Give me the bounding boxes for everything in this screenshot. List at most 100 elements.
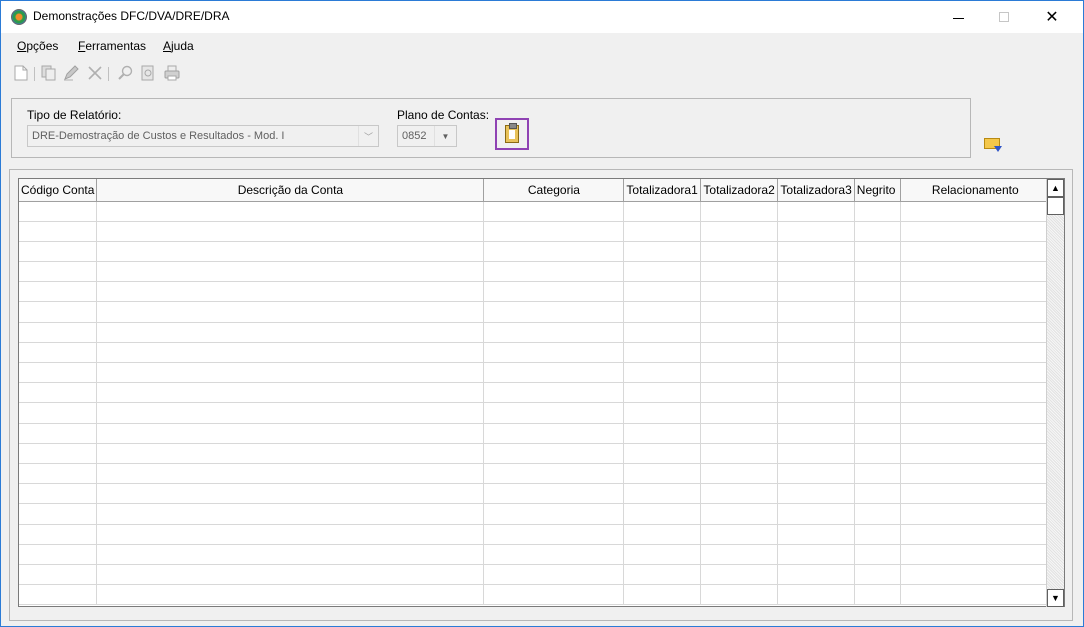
table-cell[interactable]	[19, 524, 98, 545]
table-cell[interactable]	[483, 483, 625, 505]
dropdown-arrow-icon[interactable]: ▼	[434, 126, 456, 146]
table-cell[interactable]	[96, 564, 485, 586]
table-cell[interactable]	[19, 503, 98, 525]
table-cell[interactable]	[19, 463, 98, 485]
table-cell[interactable]	[700, 584, 779, 606]
column-header[interactable]: Negrito	[854, 179, 901, 202]
table-cell[interactable]	[900, 261, 1051, 283]
column-header[interactable]: Totalizadora3	[777, 179, 855, 202]
table-cell[interactable]	[777, 281, 855, 303]
table-cell[interactable]	[854, 423, 901, 444]
table-row[interactable]	[19, 241, 1051, 263]
table-cell[interactable]	[96, 584, 485, 606]
table-cell[interactable]	[483, 201, 625, 222]
table-cell[interactable]	[623, 423, 702, 444]
table-cell[interactable]	[700, 443, 779, 464]
menu-ajuda[interactable]: Ajuda	[163, 39, 194, 53]
table-cell[interactable]	[900, 382, 1051, 404]
table-cell[interactable]	[19, 261, 98, 283]
search-icon[interactable]	[117, 65, 133, 81]
table-cell[interactable]	[19, 564, 98, 586]
table-cell[interactable]	[483, 241, 625, 263]
table-cell[interactable]	[623, 463, 702, 485]
table-cell[interactable]	[777, 544, 855, 565]
table-cell[interactable]	[854, 524, 901, 545]
scroll-down-icon[interactable]: ▼	[1047, 589, 1064, 607]
table-cell[interactable]	[900, 221, 1051, 242]
accounts-grid[interactable]: Código Conta Descrição da Conta Categoria T…	[18, 178, 1065, 607]
table-cell[interactable]	[900, 463, 1051, 485]
table-cell[interactable]	[96, 241, 485, 263]
table-cell[interactable]	[700, 402, 779, 424]
column-header[interactable]: Totalizadora2	[700, 179, 779, 202]
table-cell[interactable]	[700, 463, 779, 485]
table-cell[interactable]	[900, 443, 1051, 464]
table-cell[interactable]	[700, 503, 779, 525]
table-cell[interactable]	[854, 281, 901, 303]
table-cell[interactable]	[777, 362, 855, 384]
table-cell[interactable]	[700, 281, 779, 303]
table-row[interactable]	[19, 564, 1051, 586]
table-cell[interactable]	[854, 503, 901, 525]
table-row[interactable]	[19, 503, 1051, 525]
table-cell[interactable]	[854, 241, 901, 263]
table-cell[interactable]	[700, 362, 779, 384]
new-document-icon[interactable]	[13, 65, 29, 81]
table-cell[interactable]	[700, 261, 779, 283]
scroll-thumb[interactable]	[1047, 197, 1064, 215]
table-cell[interactable]	[700, 423, 779, 444]
table-row[interactable]	[19, 221, 1051, 242]
table-cell[interactable]	[96, 382, 485, 404]
copy-icon[interactable]	[41, 65, 57, 81]
table-cell[interactable]	[623, 201, 702, 222]
table-cell[interactable]	[900, 584, 1051, 606]
table-cell[interactable]	[623, 342, 702, 364]
table-row[interactable]	[19, 201, 1051, 222]
menu-opcoes[interactable]: Opções	[17, 39, 58, 53]
table-cell[interactable]	[900, 483, 1051, 505]
table-cell[interactable]	[483, 402, 625, 424]
table-cell[interactable]	[900, 524, 1051, 545]
table-cell[interactable]	[96, 261, 485, 283]
table-cell[interactable]	[777, 402, 855, 424]
table-cell[interactable]	[900, 301, 1051, 323]
table-cell[interactable]	[623, 261, 702, 283]
table-row[interactable]	[19, 443, 1051, 464]
table-row[interactable]	[19, 544, 1051, 565]
table-cell[interactable]	[483, 524, 625, 545]
table-cell[interactable]	[19, 201, 98, 222]
column-header[interactable]: Relacionamento	[900, 179, 1051, 202]
table-cell[interactable]	[777, 241, 855, 263]
table-row[interactable]	[19, 342, 1051, 364]
table-row[interactable]	[19, 483, 1051, 505]
column-header[interactable]: Descrição da Conta	[96, 179, 485, 202]
table-cell[interactable]	[19, 221, 98, 242]
table-cell[interactable]	[19, 483, 98, 505]
table-cell[interactable]	[19, 443, 98, 464]
maximize-button[interactable]	[981, 1, 1027, 33]
table-cell[interactable]	[623, 584, 702, 606]
table-cell[interactable]	[700, 564, 779, 586]
table-cell[interactable]	[19, 423, 98, 444]
table-cell[interactable]	[700, 201, 779, 222]
table-cell[interactable]	[483, 382, 625, 404]
table-cell[interactable]	[623, 362, 702, 384]
table-row[interactable]	[19, 463, 1051, 485]
table-cell[interactable]	[19, 322, 98, 343]
table-row[interactable]	[19, 402, 1051, 424]
table-cell[interactable]	[777, 382, 855, 404]
table-row[interactable]	[19, 261, 1051, 283]
table-cell[interactable]	[483, 584, 625, 606]
print-icon[interactable]	[164, 65, 180, 81]
table-cell[interactable]	[19, 544, 98, 565]
table-cell[interactable]	[854, 201, 901, 222]
table-cell[interactable]	[777, 201, 855, 222]
table-cell[interactable]	[19, 241, 98, 263]
table-row[interactable]	[19, 281, 1051, 303]
table-cell[interactable]	[900, 342, 1051, 364]
table-cell[interactable]	[700, 301, 779, 323]
edit-pencil-icon[interactable]	[63, 65, 79, 81]
table-cell[interactable]	[700, 221, 779, 242]
table-row[interactable]	[19, 584, 1051, 606]
paste-button[interactable]	[495, 118, 529, 150]
